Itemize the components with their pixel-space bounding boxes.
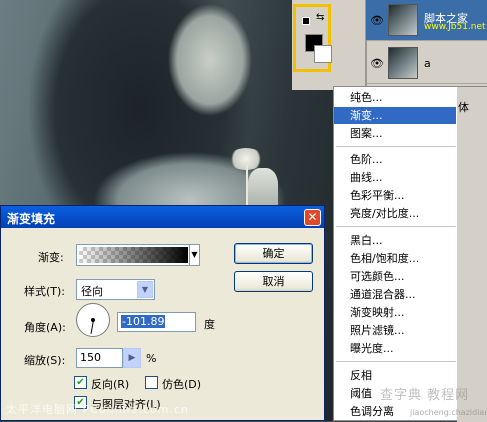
scale-value: 150 — [80, 351, 101, 364]
menu-item-curves[interactable]: 曲线... — [334, 169, 456, 186]
menu-separator — [336, 226, 456, 227]
menu-separator — [336, 146, 456, 147]
background-color-swatch[interactable] — [314, 45, 332, 63]
scale-unit: % — [146, 352, 157, 365]
gradient-picker[interactable]: ▼ — [76, 244, 200, 266]
reverse-checkbox[interactable]: ✔ — [74, 376, 87, 389]
adjustment-layer-menu: 纯色... 渐变... 图案... 色阶... 曲线... 色彩平衡... 亮度… — [333, 86, 487, 422]
menu-separator — [336, 361, 456, 362]
default-colors-icon[interactable] — [302, 17, 310, 25]
visibility-eye-icon[interactable]: 👁 — [370, 57, 384, 70]
align-label: 与图层对齐(L) — [91, 398, 161, 411]
menu-item-photo-filter[interactable]: 照片滤镜... — [334, 322, 456, 339]
swap-colors-icon[interactable]: ⇆ — [316, 13, 324, 23]
menu-item-levels[interactable]: 色阶... — [334, 151, 456, 168]
panel-label-fragment: 体 — [458, 101, 469, 114]
menu-item-black-white[interactable]: 黑白... — [334, 232, 456, 249]
dialog-title: 渐变填充 — [7, 212, 56, 226]
chevron-down-icon[interactable]: ▼ — [137, 281, 153, 298]
menu-item-channel-mixer[interactable]: 通道混合器... — [334, 286, 456, 303]
menu-item-gradient[interactable]: 渐变... — [334, 107, 456, 124]
layer-thumbnail — [388, 47, 418, 79]
visibility-eye-icon[interactable]: 👁 — [370, 14, 384, 27]
angle-dial[interactable] — [76, 303, 110, 337]
gradient-preview[interactable] — [79, 247, 188, 263]
dialog-titlebar[interactable]: 渐变填充 ✕ — [1, 206, 324, 228]
menu-item-brightness-contrast[interactable]: 亮度/对比度... — [334, 205, 456, 222]
style-select[interactable]: 径向 ▼ — [76, 279, 155, 300]
layer-name: a — [424, 57, 431, 70]
layer-url: www.Jb51.net — [424, 22, 486, 32]
gradient-fill-dialog: 渐变填充 ✕ 渐变: ▼ 样式(T): 径向 ▼ 角度(A): -101.89 … — [0, 205, 325, 421]
menu-side-panel — [457, 87, 487, 422]
layer-row-a[interactable]: 👁 a — [366, 43, 487, 84]
menu-item-threshold[interactable]: 阈值 — [334, 385, 456, 402]
menu-item-gradient-map[interactable]: 渐变映射... — [334, 304, 456, 321]
angle-value: -101.89 — [121, 315, 166, 328]
style-label: 样式(T): — [24, 285, 66, 298]
menu-item-invert[interactable]: 反相 — [334, 367, 456, 384]
angle-dial-center — [91, 318, 95, 322]
gradient-label: 渐变: — [38, 251, 64, 264]
chevron-down-icon[interactable]: ▼ — [189, 245, 199, 265]
ok-button[interactable]: 确定 — [234, 243, 313, 264]
lamp-shape — [248, 168, 278, 208]
dither-checkbox[interactable] — [145, 376, 158, 389]
menu-item-hue-saturation[interactable]: 色相/饱和度... — [334, 250, 456, 267]
menu-item-selective-color[interactable]: 可选颜色... — [334, 268, 456, 285]
menu-item-pattern[interactable]: 图案... — [334, 125, 456, 142]
menu-item-color-balance[interactable]: 色彩平衡... — [334, 187, 456, 204]
angle-unit: 度 — [204, 318, 215, 331]
color-swatches[interactable]: ⇆ — [293, 4, 332, 72]
style-value: 径向 — [81, 285, 103, 298]
dither-label: 仿色(D) — [162, 378, 202, 391]
angle-input[interactable]: -101.89 — [117, 312, 196, 332]
angle-label: 角度(A): — [24, 321, 66, 334]
layer-row-text[interactable]: 👁 脚本之家 www.Jb51.net — [366, 0, 487, 41]
close-button[interactable]: ✕ — [304, 209, 321, 226]
scale-input[interactable]: 150 — [76, 348, 123, 368]
reverse-label: 反向(R) — [91, 378, 130, 391]
menu-item-exposure[interactable]: 曝光度... — [334, 340, 456, 357]
angle-dial-hand — [90, 319, 94, 334]
layer-thumbnail — [388, 4, 418, 36]
cancel-button[interactable]: 取消 — [234, 271, 313, 292]
scale-label: 缩放(S): — [24, 354, 66, 367]
align-checkbox[interactable]: ✔ — [74, 396, 87, 409]
menu-item-solid-color[interactable]: 纯色... — [334, 89, 456, 106]
scale-slider-arrow-icon[interactable]: ▶ — [123, 348, 141, 368]
menu-item-posterize[interactable]: 色调分离 — [334, 403, 456, 420]
